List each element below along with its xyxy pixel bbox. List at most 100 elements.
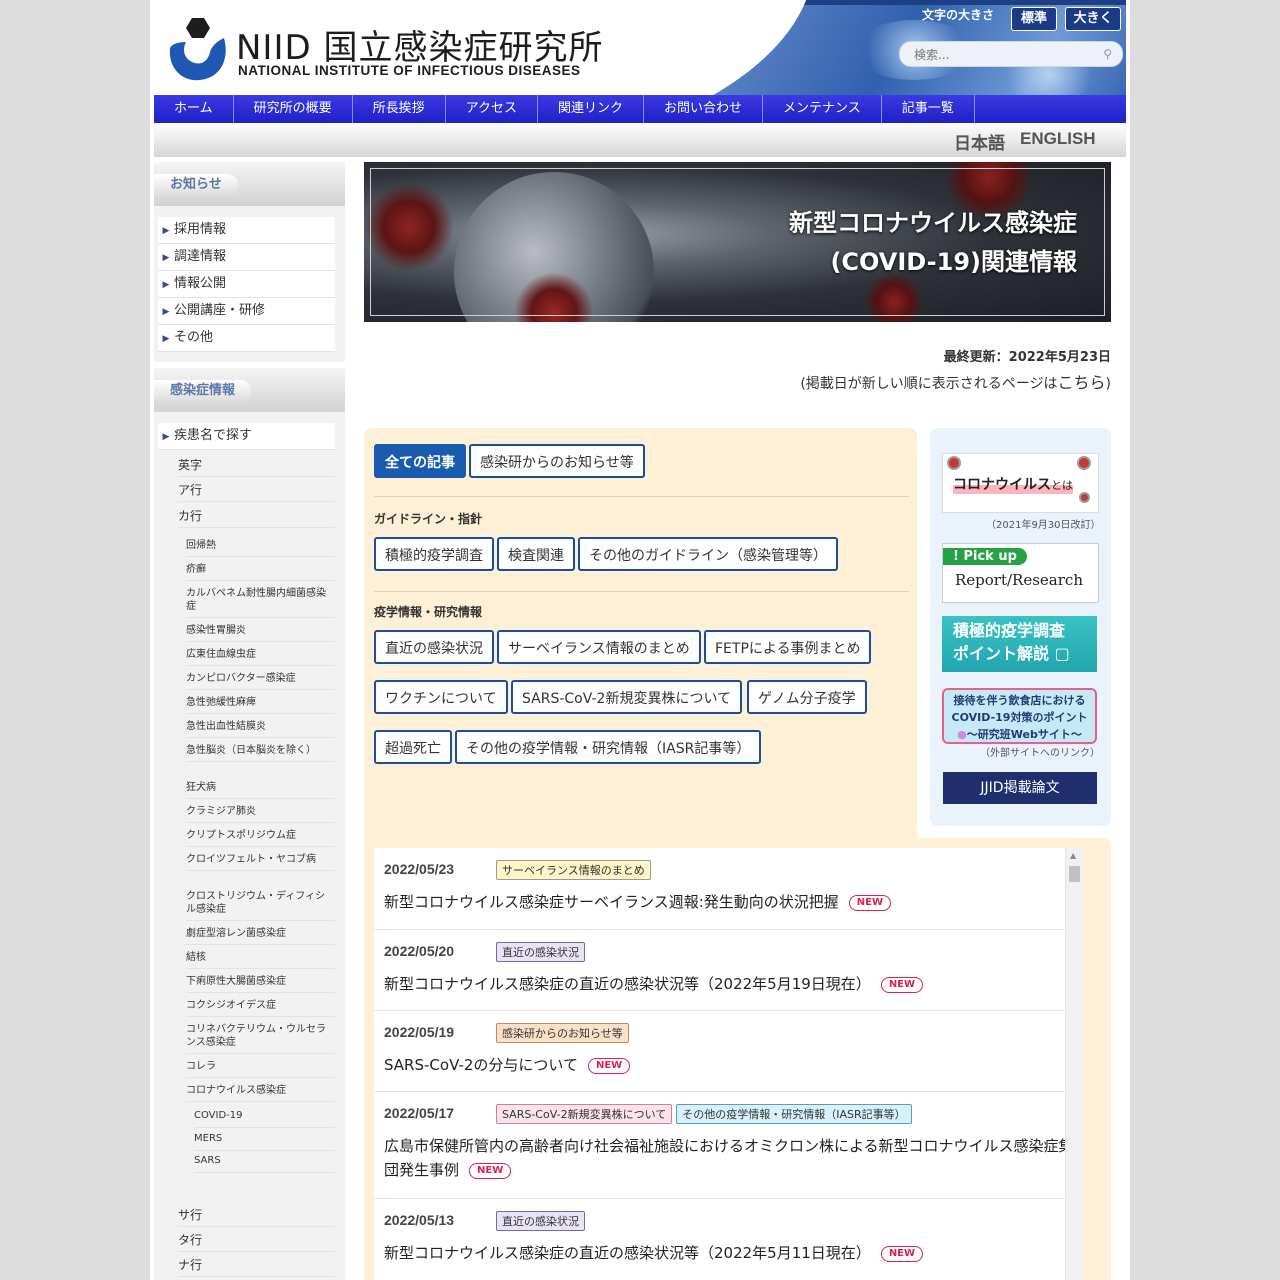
news-tag[interactable]: 直近の感染状況 [496, 942, 585, 962]
recent-order-link[interactable]: こちら [1058, 373, 1106, 392]
sidebar-disease-item[interactable]: 急性弛緩性麻痺 [186, 692, 335, 714]
sidebar-disease-item[interactable]: カンピロバクター感染症 [186, 668, 335, 690]
news-title-text[interactable]: 新型コロナウイルス感染症サーベイランス週報:発生動向の状況把握 [384, 893, 839, 911]
sidebar-group-ta[interactable]: タ行 [178, 1229, 335, 1252]
sidebar-item-recruit[interactable]: ▶ 採用情報 [158, 217, 335, 244]
filter-vaccine[interactable]: ワクチンについて [374, 680, 508, 714]
search-icon[interactable]: ⚲ [1103, 47, 1112, 61]
sidebar-item-search-by-name[interactable]: ▶ 疾患名で探す [158, 423, 335, 450]
lang-english-link[interactable]: ENGLISH [1020, 129, 1096, 149]
sidebar-group-alpha[interactable]: 英字 [178, 454, 335, 477]
sidebar: お知らせ ▶ 採用情報 ▶ 調達情報 ▶ 情報公開 ▶ 公開講座・研修 ▶ その他 感染症… [154, 162, 345, 1280]
nav-about[interactable]: 研究所の概要 [234, 95, 353, 123]
filter-active-epi-survey[interactable]: 積極的疫学調査 [374, 537, 494, 571]
news-title[interactable]: SARS-CoV-2の分与について NEW [384, 1053, 1074, 1077]
news-scrollbar[interactable]: ▲ [1065, 848, 1083, 1280]
sidebar-disease-item[interactable]: クラミジア肺炎 [186, 801, 335, 823]
news-item[interactable]: 2022/05/20 直近の感染状況 新型コロナウイルス感染症の直近の感染状況等… [374, 930, 1083, 1011]
news-item[interactable]: 2022/05/19 感染研からのお知らせ等 SARS-CoV-2の分与について… [374, 1011, 1083, 1092]
font-large-button[interactable]: 大きく [1065, 7, 1121, 31]
news-title[interactable]: 広島市保健所管内の高齢者向け社会福祉施設におけるオミクロン株による新型コロナウイ… [384, 1134, 1074, 1182]
site-logo-title[interactable]: NIID 国立感染症研究所 [236, 20, 603, 69]
sidebar-item-other[interactable]: ▶ その他 [158, 325, 335, 352]
sidebar-disease-item[interactable]: 急性出血性結膜炎 [186, 716, 335, 738]
sidebar-disease-item[interactable]: 劇症型溶レン菌感染症 [186, 923, 335, 945]
sidebar-disease-item[interactable]: コレラ [186, 1056, 335, 1078]
sidebar-subitem-sars[interactable]: SARS [194, 1150, 335, 1173]
sidebar-disease-item[interactable]: コクシジオイデス症 [186, 995, 335, 1017]
news-tag[interactable]: 直近の感染状況 [496, 1211, 585, 1231]
sidebar-disease-item[interactable]: 回帰熱 [186, 535, 335, 557]
filter-variants[interactable]: SARS-CoV-2新規変異株について [511, 680, 743, 714]
news-tag[interactable]: サーベイランス情報のまとめ [496, 860, 651, 880]
scrollbar-thumb[interactable] [1069, 866, 1080, 882]
sidebar-disease-item[interactable]: 広東住血線虫症 [186, 644, 335, 666]
nav-article-list[interactable]: 記事一覧 [882, 95, 975, 123]
nav-director-greeting[interactable]: 所長挨拶 [353, 95, 446, 123]
covid-banner[interactable]: 新型コロナウイルス感染症 (COVID-19)関連情報 [364, 162, 1111, 322]
filter-recent-status[interactable]: 直近の感染状況 [374, 630, 494, 664]
nav-maintenance[interactable]: メンテナンス [763, 95, 882, 123]
sidebar-disease-item[interactable]: 結核 [186, 947, 335, 969]
sidebar-subitem-covid19[interactable]: COVID-19 [194, 1105, 335, 1128]
sidebar-group-a[interactable]: ア行 [178, 479, 335, 502]
nav-links[interactable]: 関連リンク [538, 95, 645, 123]
news-item[interactable]: 2022/05/13 直近の感染状況 新型コロナウイルス感染症の直近の感染状況等… [374, 1199, 1083, 1280]
sidebar-group-sa[interactable]: サ行 [178, 1204, 335, 1227]
news-list[interactable]: 2022/05/23 サーベイランス情報のまとめ 新型コロナウイルス感染症サーベ… [374, 848, 1083, 1280]
filter-other-epi[interactable]: その他の疫学情報・研究情報（IASR記事等） [455, 730, 762, 764]
news-tag[interactable]: 感染研からのお知らせ等 [496, 1023, 629, 1043]
news-title-text[interactable]: 新型コロナウイルス感染症の直近の感染状況等（2022年5月19日現在） [384, 975, 871, 993]
niid-logo-icon[interactable] [164, 18, 230, 84]
sidebar-item-lectures[interactable]: ▶ 公開講座・研修 [158, 298, 335, 325]
sidebar-disease-item[interactable]: クロイツフェルト・ヤコブ病 [186, 849, 335, 871]
jjid-papers-button[interactable]: JJID掲載論文 [943, 772, 1097, 804]
filter-niid-notices[interactable]: 感染研からのお知らせ等 [469, 444, 645, 478]
sidebar-group-na[interactable]: ナ行 [178, 1254, 335, 1277]
filter-all-articles[interactable]: 全ての記事 [374, 444, 466, 478]
sidebar-disease-item[interactable]: 感染性胃腸炎 [186, 620, 335, 642]
news-item[interactable]: 2022/05/23 サーベイランス情報のまとめ 新型コロナウイルス感染症サーベ… [374, 848, 1083, 930]
sidebar-disease-item[interactable]: クロストリジウム・ディフィシル感染症 [186, 886, 335, 921]
active-epi-explainer-banner[interactable]: 積極的疫学調査 ポイント解説 ▢ [942, 616, 1097, 672]
nav-contact[interactable]: お問い合わせ [644, 95, 764, 123]
new-badge: NEW [848, 895, 891, 911]
sidebar-subitem-mers[interactable]: MERS [194, 1128, 335, 1151]
lang-japanese-link[interactable]: 日本語 [954, 129, 1005, 154]
pickup-report-banner[interactable]: ! Pick up Report/Research [942, 543, 1099, 603]
news-tag[interactable]: SARS-CoV-2新規変異株について [496, 1104, 673, 1124]
sidebar-item-procurement[interactable]: ▶ 調達情報 [158, 244, 335, 271]
sidebar-disease-item[interactable]: 疥癬 [186, 559, 335, 581]
last-updated: 最終更新：2022年5月23日 [943, 350, 1111, 365]
news-title[interactable]: 新型コロナウイルス感染症の直近の感染状況等（2022年5月19日現在） NEW [384, 972, 1074, 996]
filter-testing[interactable]: 検査関連 [497, 537, 575, 571]
news-tag[interactable]: その他の疫学情報・研究情報（IASR記事等） [676, 1104, 912, 1124]
restaurant-measures-banner[interactable]: 接待を伴う飲食店における COVID-19対策のポイント ●～研究班Webサイト… [942, 688, 1097, 744]
what-is-coronavirus-banner[interactable]: コロナウイルスとは [942, 453, 1099, 513]
sidebar-disease-item[interactable]: カルバペネム耐性腸内細菌感染症 [186, 583, 335, 618]
filter-excess-deaths[interactable]: 超過死亡 [374, 730, 452, 764]
filter-surveillance-summary[interactable]: サーベイランス情報のまとめ [497, 630, 701, 664]
search-input[interactable]: 検索... ⚲ [899, 41, 1123, 67]
filter-genome-epi[interactable]: ゲノム分子疫学 [747, 680, 867, 714]
sidebar-disease-item[interactable]: 急性脳炎（日本脳炎を除く） [186, 740, 335, 762]
scroll-up-icon[interactable]: ▲ [1070, 851, 1076, 860]
site-header: NIID 国立感染症研究所 NATIONAL INSTITUTE OF INFE… [154, 0, 1126, 95]
sidebar-disease-item[interactable]: 下痢原性大腸菌感染症 [186, 971, 335, 993]
sidebar-disease-item[interactable]: クリプトスポリジウム症 [186, 825, 335, 847]
sidebar-group-ka[interactable]: カ行 [178, 505, 335, 528]
nav-access[interactable]: アクセス [446, 95, 539, 123]
filter-other-guidelines[interactable]: その他のガイドライン（感染管理等） [578, 537, 838, 571]
sidebar-disease-item-coronavirus[interactable]: コロナウイルス感染症 [186, 1080, 335, 1102]
news-item[interactable]: 2022/05/17 SARS-CoV-2新規変異株について その他の疫学情報・研… [374, 1092, 1083, 1199]
filter-fetp-cases[interactable]: FETPによる事例まとめ [704, 630, 872, 664]
nav-home[interactable]: ホーム [154, 95, 234, 123]
news-title[interactable]: 新型コロナウイルス感染症サーベイランス週報:発生動向の状況把握 NEW [384, 890, 1074, 914]
news-title-text[interactable]: 新型コロナウイルス感染症の直近の感染状況等（2022年5月11日現在） [384, 1244, 871, 1262]
sidebar-item-disclosure[interactable]: ▶ 情報公開 [158, 271, 335, 298]
sidebar-disease-item[interactable]: 狂犬病 [186, 777, 335, 799]
font-standard-button[interactable]: 標準 [1011, 7, 1057, 31]
news-title[interactable]: 新型コロナウイルス感染症の直近の感染状況等（2022年5月11日現在） NEW [384, 1241, 1074, 1265]
news-title-text[interactable]: SARS-CoV-2の分与について [384, 1056, 578, 1074]
sidebar-disease-item[interactable]: コリネバクテリウム・ウルセランス感染症 [186, 1019, 335, 1054]
